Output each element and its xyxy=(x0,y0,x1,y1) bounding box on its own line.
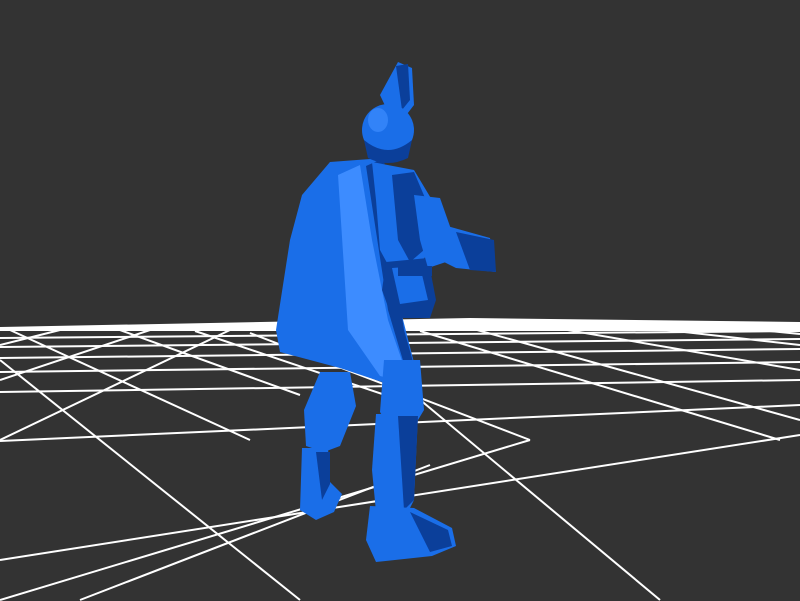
3d-viewport[interactable] xyxy=(0,0,800,601)
weapon-grip xyxy=(398,266,432,276)
3d-scene-canvas[interactable] xyxy=(0,0,800,601)
helmet-highlight xyxy=(368,108,388,132)
